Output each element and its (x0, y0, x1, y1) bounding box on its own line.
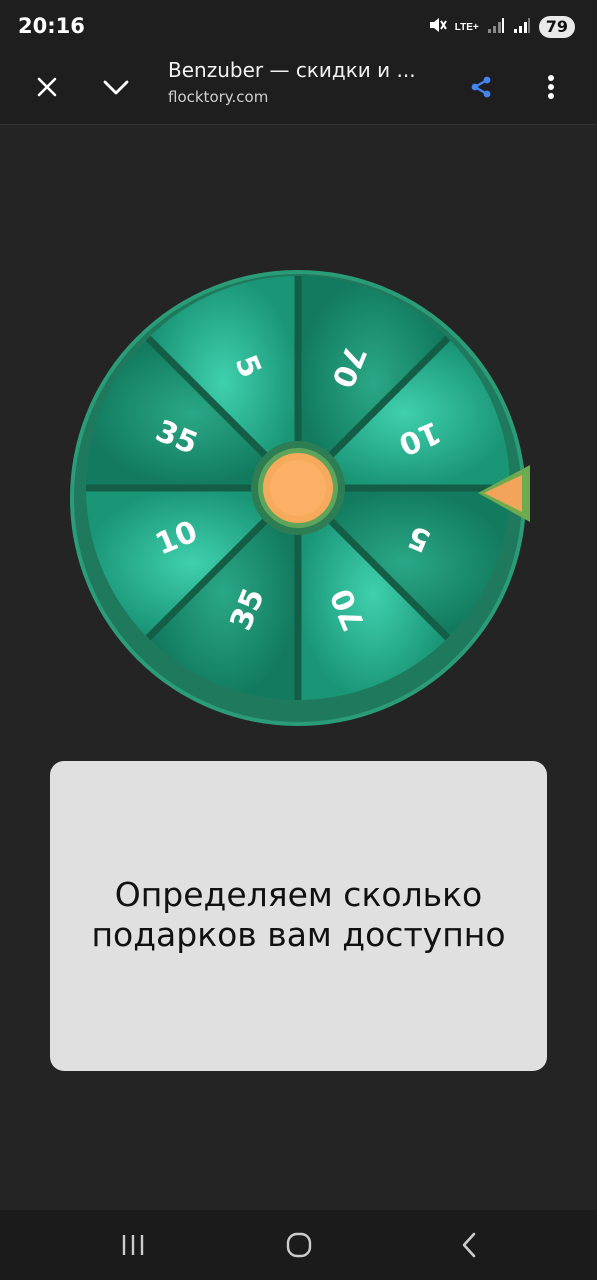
wheel-graphic: 5 7010570351035 (70, 270, 530, 726)
page-info[interactable]: Benzuber — скидки и ... flocktory.com (168, 58, 438, 106)
message-text: Определяем сколько подарков вам доступно (91, 875, 506, 954)
navigation-bar (0, 1210, 597, 1280)
status-icons: LTE+ 79 (427, 14, 575, 40)
back-icon[interactable] (446, 1224, 492, 1266)
fortune-wheel: 5 70 10 5 70 35 10 35 (62, 262, 534, 734)
battery-icon: 79 (538, 16, 575, 38)
browser-toolbar: Benzuber — скидки и ... flocktory.com (0, 52, 597, 125)
mute-icon (427, 15, 447, 40)
signal-icon (487, 16, 505, 39)
network-type: LTE+ (454, 21, 479, 33)
more-vert-icon[interactable] (530, 66, 572, 108)
page-url: flocktory.com (168, 88, 269, 106)
close-icon[interactable] (26, 66, 68, 108)
status-bar: 20:16 LTE+ 79 (0, 0, 597, 52)
chevron-down-icon[interactable] (95, 66, 137, 108)
status-time: 20:16 (18, 14, 85, 38)
home-icon[interactable] (276, 1224, 322, 1266)
share-icon[interactable] (460, 66, 502, 108)
signal-icon (513, 16, 531, 39)
recent-apps-icon[interactable] (110, 1224, 156, 1266)
page-title: Benzuber — скидки и ... (168, 58, 416, 82)
message-card: Определяем сколько подарков вам доступно (50, 761, 547, 1071)
